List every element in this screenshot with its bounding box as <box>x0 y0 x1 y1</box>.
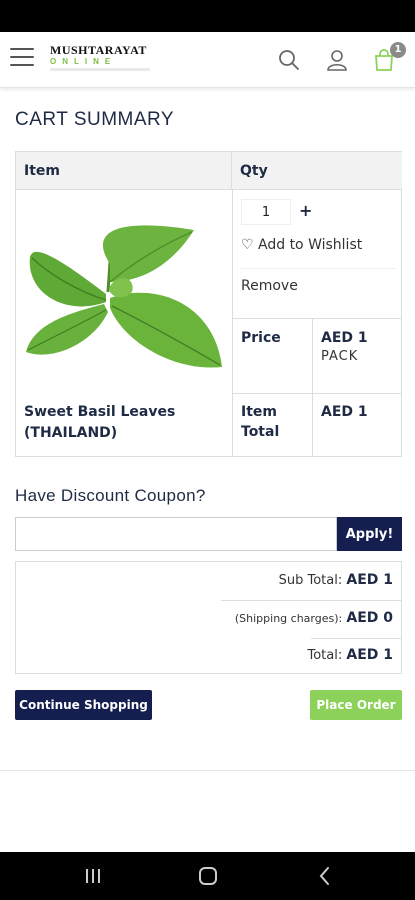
apply-coupon-button[interactable]: Apply! <box>337 517 402 551</box>
row-divider <box>233 393 402 394</box>
back-icon[interactable] <box>310 862 340 890</box>
add-to-wishlist-link[interactable]: ♡ Add to Wishlist <box>241 237 362 253</box>
coupon-heading: Have Discount Coupon? <box>15 486 206 505</box>
continue-shopping-button[interactable]: Continue Shopping <box>15 690 152 720</box>
sub-total-label: Sub Total: <box>278 573 343 588</box>
shipping-label: (Shipping charges): <box>234 612 343 625</box>
user-icon[interactable] <box>325 48 349 72</box>
price-value: AED 1 <box>321 330 368 346</box>
total-row: Total: AED 1 <box>307 647 393 663</box>
footer-divider <box>0 770 415 771</box>
wishlist-label: Add to Wishlist <box>258 237 363 253</box>
remove-item-link[interactable]: Remove <box>241 278 298 294</box>
price-unit: PACK <box>321 349 359 364</box>
place-order-button[interactable]: Place Order <box>310 690 402 720</box>
shipping-value: AED 0 <box>346 610 393 626</box>
total-label: Total: <box>307 648 343 663</box>
product-name[interactable]: Sweet Basil Leaves (THAILAND) <box>24 402 224 444</box>
item-total-label: Item Total <box>241 404 280 440</box>
price-label: Price <box>241 330 281 346</box>
product-image[interactable] <box>24 222 224 377</box>
divider <box>241 268 396 269</box>
search-icon[interactable] <box>277 48 301 72</box>
home-icon[interactable] <box>193 862 223 890</box>
heart-icon: ♡ <box>241 237 254 253</box>
app-header: MUSHTARAYAT ONLINE <box>0 32 415 88</box>
item-total-value: AED 1 <box>321 404 368 420</box>
row-divider <box>233 318 402 319</box>
status-bar <box>0 0 415 32</box>
order-totals: Sub Total: AED 1 (Shipping charges): AED… <box>15 561 402 674</box>
menu-icon[interactable] <box>10 48 34 68</box>
total-value: AED 1 <box>346 647 393 663</box>
divider <box>311 638 402 639</box>
cart-table: Item Qty Sweet Basil Leaves (THAILAND) 1… <box>15 151 402 457</box>
divider <box>221 600 402 601</box>
logo-text-line2: ONLINE <box>50 57 117 66</box>
system-navigation-bar <box>0 852 415 900</box>
quantity-increment-button[interactable]: + <box>299 201 312 220</box>
brand-logo[interactable]: MUSHTARAYAT ONLINE <box>50 44 152 74</box>
coupon-input[interactable] <box>15 517 337 551</box>
quantity-input[interactable]: 1 <box>241 199 291 225</box>
page-title: CART SUMMARY <box>15 109 175 130</box>
shipping-row: (Shipping charges): AED 0 <box>235 610 393 626</box>
logo-underline <box>50 68 150 71</box>
column-header-qty: Qty <box>232 152 402 190</box>
logo-text-line1: MUSHTARAYAT <box>50 43 147 57</box>
cell-divider <box>312 318 313 456</box>
recent-apps-icon[interactable] <box>78 862 108 890</box>
column-divider <box>232 190 233 456</box>
sub-total-value: AED 1 <box>346 572 393 588</box>
cart-count-badge: 1 <box>390 42 406 58</box>
sub-total-row: Sub Total: AED 1 <box>279 572 393 588</box>
column-header-item: Item <box>16 152 232 190</box>
